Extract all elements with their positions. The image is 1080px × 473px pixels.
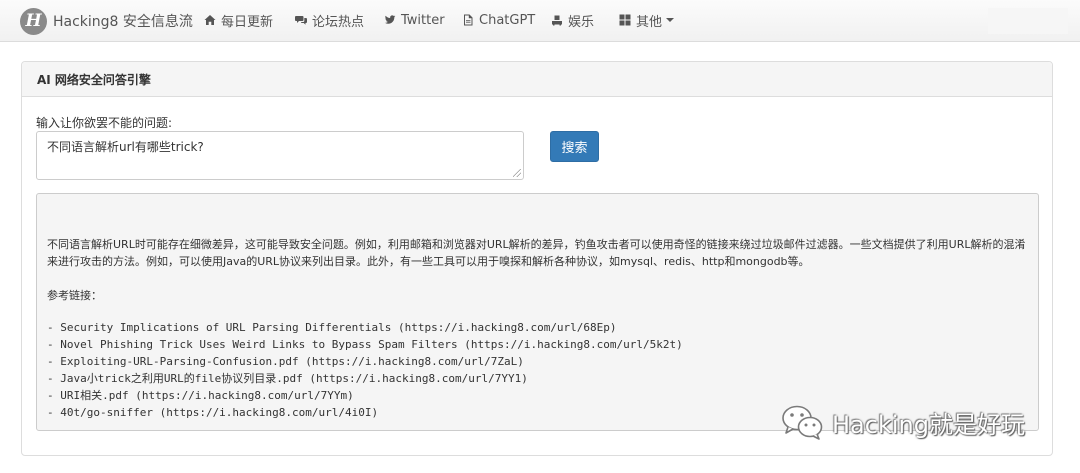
home-icon: [204, 15, 216, 25]
nav-item-entertainment[interactable]: 娱乐: [551, 11, 595, 30]
top-navbar: H Hacking8 安全信息流 每日更新 论坛热点 Twitter ChatG…: [0, 0, 1080, 42]
question-text: 不同语言解析url有哪些trick?: [47, 140, 204, 154]
reference-item: - Security Implications of URL Parsing D…: [47, 321, 617, 334]
search-button[interactable]: 搜索: [550, 131, 599, 162]
panel-title: AI 网络安全问答引擎: [22, 62, 1052, 97]
reference-item: - Exploiting-URL-Parsing-Confusion.pdf (…: [47, 355, 524, 368]
twitter-icon: [384, 15, 396, 24]
reference-item: - URI相关.pdf (https://i.hacking8.com/url/…: [47, 389, 354, 402]
logo-icon: H: [20, 7, 47, 35]
nav-item-twitter[interactable]: Twitter: [384, 11, 445, 29]
resize-handle-icon[interactable]: [513, 169, 521, 177]
wechat-icon: [782, 405, 823, 440]
nav-item-chatgpt[interactable]: ChatGPT: [462, 11, 535, 29]
references-list: - Security Implications of URL Parsing D…: [47, 319, 683, 421]
nav-item-label: ChatGPT: [479, 12, 536, 28]
nav-item-others-dropdown[interactable]: 其他: [619, 11, 675, 30]
question-label: 输入让你欲罢不能的问题:: [36, 116, 173, 130]
answer-output: 不同语言解析URL时可能存在细微差异，这可能导致安全问题。例如，利用邮箱和浏览器…: [36, 193, 1039, 431]
nav-item-label: 其他: [636, 14, 663, 30]
nav-item-forum-hot[interactable]: 论坛热点: [295, 11, 365, 30]
reference-item: - Java小trick之利用URL的file协议列目录.pdf (https:…: [47, 372, 528, 385]
nav-item-label: 娱乐: [568, 14, 595, 30]
comments-icon: [295, 16, 307, 25]
watermark: Hacking就是好玩: [780, 402, 1025, 442]
nav-item-label: 论坛热点: [312, 14, 365, 30]
references-title: 参考链接：: [47, 289, 102, 302]
game-icon: [552, 15, 562, 26]
reference-item: - 40t/go-sniffer (https://i.hacking8.com…: [47, 406, 379, 419]
watermark-text: Hacking就是好玩: [832, 410, 1025, 439]
ai-qa-panel: AI 网络安全问答引擎 输入让你欲罢不能的问题: 不同语言解析url有哪些tri…: [21, 61, 1053, 456]
chevron-down-icon: [666, 18, 675, 22]
reference-item: - Novel Phishing Trick Uses Weird Links …: [47, 338, 683, 351]
nav-item-label: Twitter: [401, 12, 445, 28]
nav-item-label: 每日更新: [221, 14, 274, 30]
brand[interactable]: H Hacking8 安全信息流: [20, 7, 193, 35]
navbar-right-placeholder: [988, 8, 1068, 34]
answer-paragraph: 不同语言解析URL时可能存在细微差异，这可能导致安全问题。例如，利用邮箱和浏览器…: [47, 238, 1026, 268]
brand-title[interactable]: Hacking8 安全信息流: [53, 11, 193, 31]
question-textarea[interactable]: 不同语言解析url有哪些trick?: [36, 131, 524, 180]
file-icon: [464, 14, 473, 26]
nav-item-daily-updates[interactable]: 每日更新: [204, 11, 274, 30]
grid-icon: [619, 14, 631, 26]
